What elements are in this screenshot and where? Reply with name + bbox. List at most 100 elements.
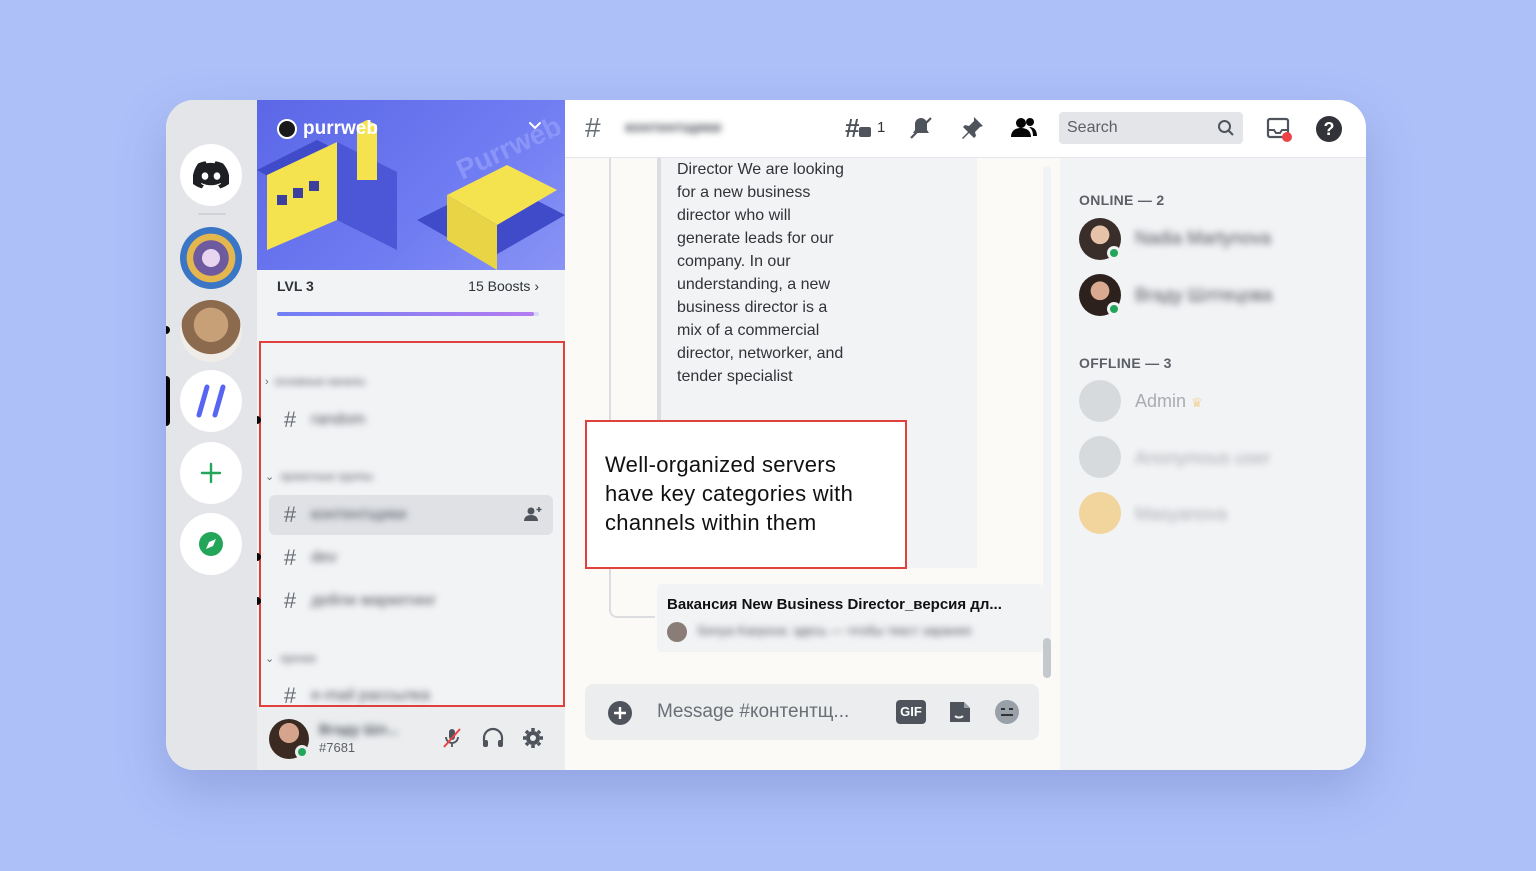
microphone-muted-icon[interactable] [441,727,463,749]
text-channel-icon: # [283,683,297,708]
notification-muted-icon[interactable] [908,115,934,141]
category-header[interactable]: ⌄ проектные группы [265,470,373,484]
category-label: проектные группы [280,470,373,483]
plus-icon [200,462,222,484]
message-composer[interactable]: Message #контентщ... GIF [585,684,1039,740]
online-status-dot [295,745,309,759]
channel-sidebar: Purrweb purrweb LVL 3 15 Boosts › › осно… [257,100,565,770]
attach-plus-icon[interactable] [607,700,633,726]
thread-channel-icon: # [283,502,297,527]
channel-label: контентщики [311,506,407,523]
unread-pill [166,326,170,334]
emoji-icon[interactable] [993,698,1021,726]
server-icon-purrweb[interactable] [180,370,242,432]
home-button[interactable] [180,144,242,206]
username: Вгаду Шл... [319,721,399,737]
offline-header: OFFLINE — 3 [1079,355,1172,371]
chevron-down-icon: ⌄ [265,471,275,483]
channel-label: дейли маркетинг [311,592,437,609]
member-name[interactable]: Вгаду Шлтецова [1135,285,1272,306]
rail-separator [198,213,226,215]
annotation-callout: Well-organized servers have key categori… [585,420,907,569]
pin-icon[interactable] [959,115,985,141]
text-channel-icon: # [283,545,297,570]
category-header[interactable]: › основные каналы [265,376,365,388]
embed-description: Director We are looking for a new busine… [677,161,844,385]
compass-icon [199,532,223,556]
channel-label: random [311,411,366,428]
channel-label: dev [311,549,337,566]
user-tag: #7681 [319,740,356,755]
text-channel-icon: # [283,588,297,613]
channel-label: e-mail рассылка [311,687,430,704]
search-icon [1218,120,1234,136]
server-banner[interactable]: Purrweb purrweb [257,100,565,270]
svg-text:#: # [845,115,860,141]
default-avatar-icon [1079,492,1121,534]
server-name-label: purrweb [303,118,378,139]
gif-button[interactable]: GIF [896,700,926,724]
user-panel: Вгаду Шл... #7681 [257,707,565,770]
boost-progress-bar [277,312,539,316]
member-list-icon[interactable] [1009,115,1039,141]
svg-text:?: ? [1324,119,1335,139]
channel-item[interactable]: # dev [269,538,553,578]
thread-channel-icon: # [585,112,601,143]
category-header[interactable]: ⌄ прочее [265,652,317,666]
sticker-icon[interactable] [946,698,974,726]
online-status-dot [1107,246,1121,260]
server-logo-icon [277,119,297,139]
discord-window: Purrweb purrweb LVL 3 15 Boosts › › осно… [166,100,1366,770]
search-input[interactable]: Search [1059,112,1243,144]
scrollbar-track[interactable] [1043,166,1051,678]
member-avatar [1079,380,1121,422]
channel-title: контентщики [625,119,722,136]
boost-status[interactable]: LVL 3 15 Boosts › [277,278,539,294]
server-rail [166,100,257,770]
chevron-right-icon: › [265,376,269,388]
discord-logo-icon [193,161,229,189]
category-label: основные каналы [274,376,366,388]
selected-pill [166,376,170,426]
online-header: ONLINE — 2 [1079,192,1165,208]
server-icon-mosaic[interactable] [180,227,242,289]
text-channel-icon: # [283,407,297,432]
help-icon[interactable]: ? [1315,115,1343,143]
thread-preview-card[interactable]: Вакансия New Business Director_версия дл… [657,584,1043,652]
explore-servers-button[interactable] [180,513,242,575]
inbox-icon[interactable] [1265,115,1293,143]
boost-count: 15 Boosts › [468,278,539,294]
search-placeholder: Search [1067,119,1118,136]
member-avatar [1079,436,1121,478]
thread-last-message: Sonya Karpova: здесь — чтобы текст заран… [697,623,972,638]
channel-item[interactable]: # random [269,400,553,440]
category-label: прочее [280,652,317,665]
channel-item[interactable]: # дейли маркетинг [269,581,553,621]
member-name: Anonymous user [1135,448,1271,468]
threads-icon[interactable]: # [845,115,873,141]
server-name[interactable]: purrweb [277,118,378,140]
member-list: ONLINE — 2 Nadia Martynova Вгаду Шлтецов… [1060,158,1366,770]
crown-icon: ♛ [1191,395,1203,410]
boost-progress-fill [277,312,534,316]
headphones-icon[interactable] [481,727,505,749]
message-list: Director We are looking for a new busine… [565,158,1060,770]
chevron-down-icon[interactable] [527,118,543,134]
add-member-icon[interactable] [523,505,543,523]
member-name[interactable]: Nadia Martynova [1135,228,1271,249]
chevron-down-icon: ⌄ [265,653,275,665]
channel-item-selected[interactable]: # контентщики [269,495,553,535]
settings-gear-icon[interactable] [522,727,544,749]
chat-area: Director We are looking for a new busine… [565,100,1060,770]
message-input-placeholder[interactable]: Message #контентщ... [657,701,849,723]
purrweb-slashes-icon [196,384,226,418]
add-server-button[interactable] [180,442,242,504]
server-icon-cat[interactable] [180,300,242,362]
thread-title: Вакансия New Business Director_версия дл… [667,596,1002,613]
channel-header: # контентщики # 1 Search ? [565,100,1366,158]
server-level: LVL 3 [277,278,314,294]
online-status-dot [1107,302,1121,316]
member-name: Masyanova [1135,504,1228,524]
scrollbar-thumb[interactable] [1043,638,1051,678]
thread-author-avatar [667,622,687,642]
